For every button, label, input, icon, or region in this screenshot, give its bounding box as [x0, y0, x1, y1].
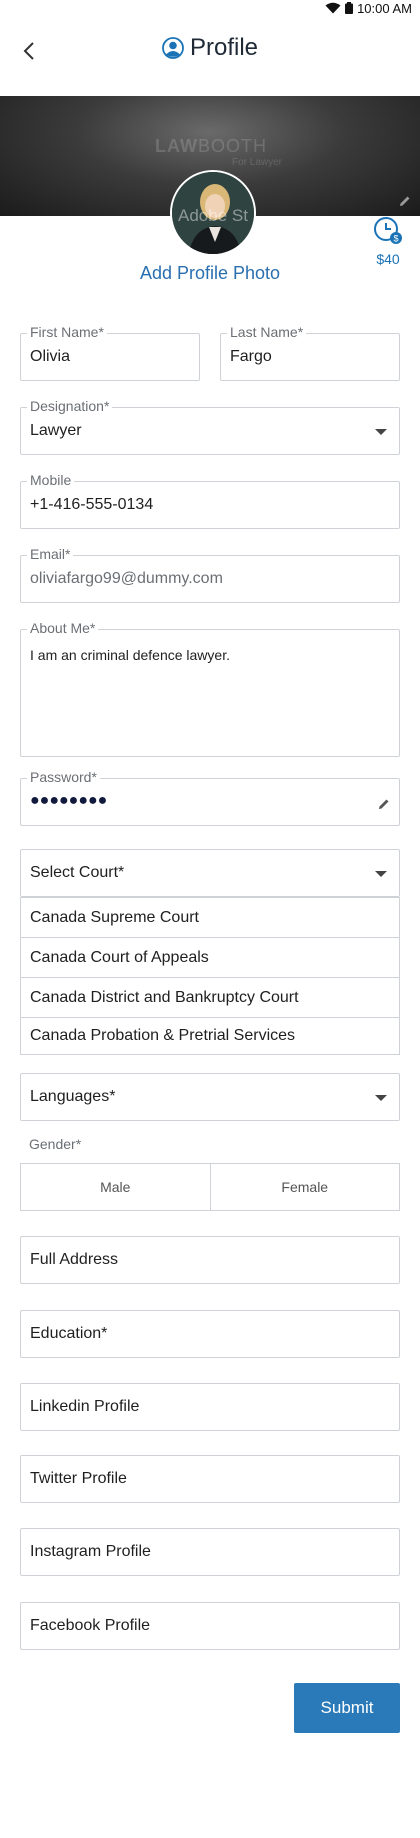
- add-profile-photo-link[interactable]: Add Profile Photo: [0, 263, 420, 284]
- avatar-watermark: Adobe St: [178, 206, 248, 225]
- full-address-field[interactable]: Full Address: [20, 1236, 400, 1284]
- last-name-value: Fargo: [230, 348, 272, 365]
- profile-icon: [162, 37, 184, 59]
- twitter-placeholder: Twitter Profile: [30, 1470, 127, 1487]
- edit-password-icon[interactable]: [377, 797, 391, 811]
- status-bar: 10:00 AM: [0, 0, 420, 16]
- avatar[interactable]: Adobe St: [170, 170, 256, 256]
- first-name-field[interactable]: First Name* Olivia: [20, 324, 200, 381]
- court-select-placeholder: Select Court*: [30, 864, 125, 881]
- edit-cover-icon[interactable]: [398, 194, 412, 208]
- about-me-value: I am an criminal defence lawyer.: [30, 647, 230, 663]
- mobile-label: Mobile: [27, 472, 75, 488]
- password-value: ●●●●●●●●: [30, 792, 108, 809]
- mobile-field[interactable]: Mobile +1-416-555-0134: [20, 472, 400, 529]
- clock-coin-icon: $: [374, 217, 402, 244]
- linkedin-field[interactable]: Linkedin Profile: [20, 1383, 400, 1431]
- court-select[interactable]: Select Court*: [20, 849, 400, 897]
- last-name-field[interactable]: Last Name* Fargo: [220, 324, 400, 381]
- email-value: oliviafargo99@dummy.com: [30, 570, 223, 587]
- page-title-group: Profile: [0, 34, 420, 62]
- linkedin-placeholder: Linkedin Profile: [30, 1398, 140, 1415]
- submit-button[interactable]: Submit: [294, 1683, 400, 1733]
- about-me-textarea[interactable]: About Me* I am an criminal defence lawye…: [20, 620, 400, 757]
- court-option[interactable]: Canada District and Bankruptcy Court: [21, 977, 399, 1017]
- full-address-placeholder: Full Address: [30, 1251, 119, 1268]
- wallet-balance[interactable]: $ $40: [368, 216, 408, 267]
- gender-label: Gender*: [29, 1136, 82, 1152]
- court-option[interactable]: Canada Probation & Pretrial Services: [21, 1017, 399, 1054]
- mobile-value: +1-416-555-0134: [30, 496, 154, 513]
- education-field[interactable]: Education*: [20, 1310, 400, 1358]
- court-options-list: Canada Supreme Court Canada Court of App…: [20, 897, 400, 1055]
- facebook-field[interactable]: Facebook Profile: [20, 1602, 400, 1650]
- twitter-field[interactable]: Twitter Profile: [20, 1455, 400, 1503]
- banner-logo-subtitle: For Lawyer: [232, 157, 283, 168]
- first-name-label: First Name*: [27, 324, 107, 340]
- court-option[interactable]: Canada Supreme Court: [21, 897, 399, 937]
- designation-value: Lawyer: [30, 422, 82, 439]
- instagram-placeholder: Instagram Profile: [30, 1543, 151, 1560]
- designation-label: Designation*: [27, 398, 113, 414]
- caret-down-icon: [375, 429, 387, 435]
- wifi-icon: [325, 2, 341, 14]
- password-field[interactable]: Password* ●●●●●●●●: [20, 769, 400, 826]
- app-bar: Profile: [0, 16, 420, 96]
- about-me-label: About Me*: [27, 620, 99, 636]
- status-time: 10:00 AM: [357, 0, 412, 16]
- last-name-label: Last Name*: [227, 324, 307, 340]
- caret-down-icon: [375, 871, 387, 877]
- page-title: Profile: [189, 34, 259, 61]
- gender-option-female[interactable]: Female: [209, 1164, 400, 1210]
- svg-text:$: $: [393, 234, 398, 244]
- email-label: Email*: [27, 546, 74, 562]
- email-field[interactable]: Email* oliviafargo99@dummy.com: [20, 546, 400, 603]
- first-name-value: Olivia: [30, 348, 71, 365]
- court-option[interactable]: Canada Court of Appeals: [21, 937, 399, 977]
- education-placeholder: Education*: [30, 1325, 108, 1342]
- designation-select[interactable]: Designation* Lawyer: [20, 398, 400, 455]
- languages-select[interactable]: Languages*: [20, 1073, 400, 1121]
- password-label: Password*: [27, 769, 100, 785]
- gender-option-male[interactable]: Male: [21, 1164, 210, 1210]
- banner-logo: LAWBOOTH: [155, 136, 268, 156]
- languages-placeholder: Languages*: [30, 1088, 116, 1105]
- battery-icon: [345, 2, 354, 14]
- facebook-placeholder: Facebook Profile: [30, 1617, 151, 1634]
- caret-down-icon: [375, 1095, 387, 1101]
- instagram-field[interactable]: Instagram Profile: [20, 1528, 400, 1576]
- gender-toggle: Male Female: [20, 1163, 400, 1211]
